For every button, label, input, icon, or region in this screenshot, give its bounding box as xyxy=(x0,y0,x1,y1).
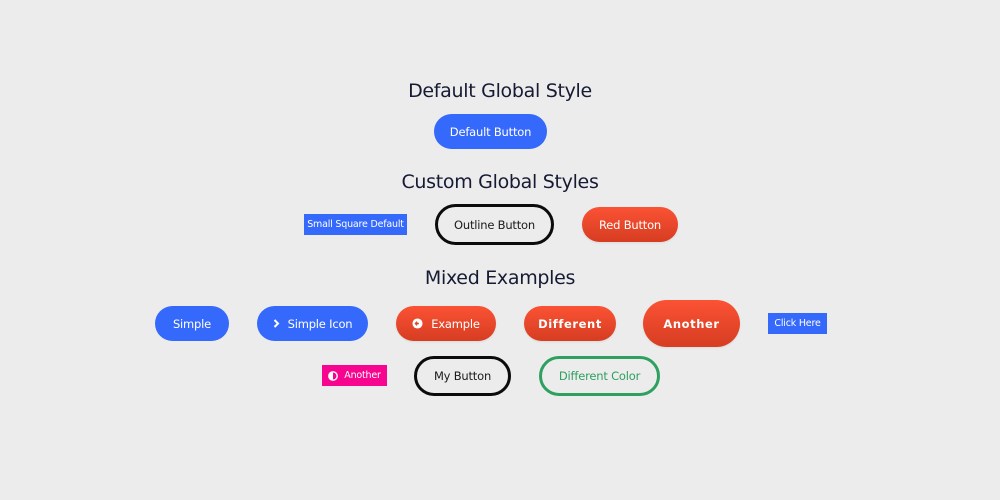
contrast-icon xyxy=(328,370,339,381)
simple-icon-button[interactable]: Simple Icon xyxy=(257,306,368,341)
my-button[interactable]: My Button xyxy=(414,356,511,396)
simple-button-label: Simple xyxy=(172,316,212,331)
outline-button[interactable]: Outline Button xyxy=(435,204,554,245)
heading-custom-global-styles: Custom Global Styles xyxy=(401,171,599,193)
chevron-right-icon xyxy=(273,319,280,328)
heading-default-global-style: Default Global Style xyxy=(408,80,592,102)
default-button[interactable]: Default Button xyxy=(434,114,547,149)
another-pink-button[interactable]: Another xyxy=(322,365,387,386)
simple-icon-button-label: Simple Icon xyxy=(287,316,353,331)
arrow-left-circle-icon xyxy=(412,318,423,329)
click-here-button[interactable]: Click Here xyxy=(768,313,827,334)
heading-mixed-examples: Mixed Examples xyxy=(424,267,576,289)
different-color-button[interactable]: Different Color xyxy=(539,356,660,396)
another-pink-button-label: Another xyxy=(344,370,381,381)
small-square-default-button[interactable]: Small Square Default xyxy=(304,214,407,235)
different-button[interactable]: Different xyxy=(524,306,616,341)
example-button-label: Example xyxy=(431,316,480,331)
red-button[interactable]: Red Button xyxy=(582,207,678,242)
simple-button[interactable]: Simple xyxy=(155,306,229,341)
example-button[interactable]: Example xyxy=(396,306,496,341)
another-large-button[interactable]: Another xyxy=(643,300,740,347)
